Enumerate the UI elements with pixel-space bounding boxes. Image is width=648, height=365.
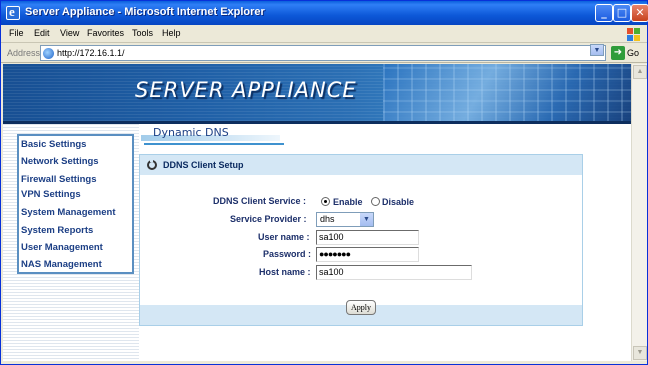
- password-input[interactable]: ●●●●●●●: [316, 247, 419, 262]
- disable-radio[interactable]: [371, 197, 380, 206]
- menu-help[interactable]: Help: [162, 28, 181, 38]
- address-dropdown-icon[interactable]: ▼: [590, 44, 604, 56]
- vertical-scrollbar[interactable]: ▲ ▼: [631, 64, 647, 361]
- nav-basic-settings[interactable]: Basic Settings: [21, 139, 86, 150]
- hostname-input[interactable]: sa100: [316, 265, 472, 280]
- banner-title: SERVER APPLIANCE: [135, 78, 357, 102]
- disable-label[interactable]: Disable: [382, 197, 414, 207]
- nav-nas-management[interactable]: NAS Management: [21, 259, 102, 270]
- page-viewport: SERVER APPLIANCE Basic Settings Network …: [3, 64, 631, 361]
- address-url: http://172.16.1.1/: [57, 48, 125, 58]
- go-button[interactable]: Go: [627, 48, 639, 58]
- ie-icon: [6, 4, 20, 20]
- menu-favorites[interactable]: Favorites: [87, 28, 124, 38]
- page-title: Dynamic DNS: [153, 126, 229, 139]
- scroll-down-icon[interactable]: ▼: [633, 346, 647, 360]
- address-label: Address: [7, 48, 41, 58]
- address-input[interactable]: http://172.16.1.1/: [40, 45, 606, 61]
- username-label: User name :: [258, 232, 310, 242]
- maximize-button[interactable]: □: [613, 4, 631, 22]
- refresh-circle-icon: [147, 159, 157, 170]
- minimize-button[interactable]: _: [595, 4, 613, 22]
- ie-page-icon: [43, 48, 54, 59]
- close-button[interactable]: ✕: [631, 4, 648, 22]
- panel-header: DDNS Client Setup: [140, 155, 582, 175]
- service-provider-select[interactable]: dhs ▼: [316, 212, 374, 227]
- go-arrow-icon[interactable]: ➜: [611, 46, 625, 60]
- menu-tools[interactable]: Tools: [132, 28, 153, 38]
- hostname-label: Host name :: [259, 267, 311, 277]
- nav-vpn-settings[interactable]: VPN Settings: [21, 189, 81, 200]
- nav-user-management[interactable]: User Management: [21, 242, 103, 253]
- left-nav: Basic Settings Network Settings Firewall…: [17, 134, 134, 274]
- window-title: Server Appliance - Microsoft Internet Ex…: [25, 6, 265, 18]
- address-bar: Address http://172.16.1.1/ ▼ ➜ Go: [1, 43, 647, 63]
- circuit-board-image: [383, 64, 631, 124]
- ddns-service-label: DDNS Client Service :: [213, 196, 307, 206]
- enable-label[interactable]: Enable: [333, 197, 363, 207]
- service-provider-value: dhs: [320, 214, 335, 224]
- enable-radio[interactable]: [321, 197, 330, 206]
- title-bar: Server Appliance - Microsoft Internet Ex…: [1, 1, 648, 25]
- nav-system-reports[interactable]: System Reports: [21, 225, 93, 236]
- nav-firewall-settings[interactable]: Firewall Settings: [21, 174, 97, 185]
- banner: SERVER APPLIANCE: [3, 64, 631, 124]
- menu-file[interactable]: File: [9, 28, 24, 38]
- scroll-up-icon[interactable]: ▲: [633, 65, 647, 79]
- windows-logo-icon: [625, 26, 641, 42]
- ddns-panel: DDNS Client Setup DDNS Client Service : …: [139, 154, 583, 326]
- username-input[interactable]: sa100: [316, 230, 419, 245]
- menu-edit[interactable]: Edit: [34, 28, 50, 38]
- menu-bar: File Edit View Favorites Tools Help: [1, 25, 647, 43]
- panel-title: DDNS Client Setup: [163, 160, 244, 170]
- nav-system-management[interactable]: System Management: [21, 207, 116, 218]
- browser-window: Server Appliance - Microsoft Internet Ex…: [0, 0, 648, 365]
- apply-button[interactable]: Apply: [346, 300, 376, 315]
- nav-network-settings[interactable]: Network Settings: [21, 156, 99, 167]
- service-provider-label: Service Provider :: [230, 214, 307, 224]
- menu-view[interactable]: View: [60, 28, 79, 38]
- password-label: Password :: [263, 249, 312, 259]
- chevron-down-icon: ▼: [360, 213, 373, 226]
